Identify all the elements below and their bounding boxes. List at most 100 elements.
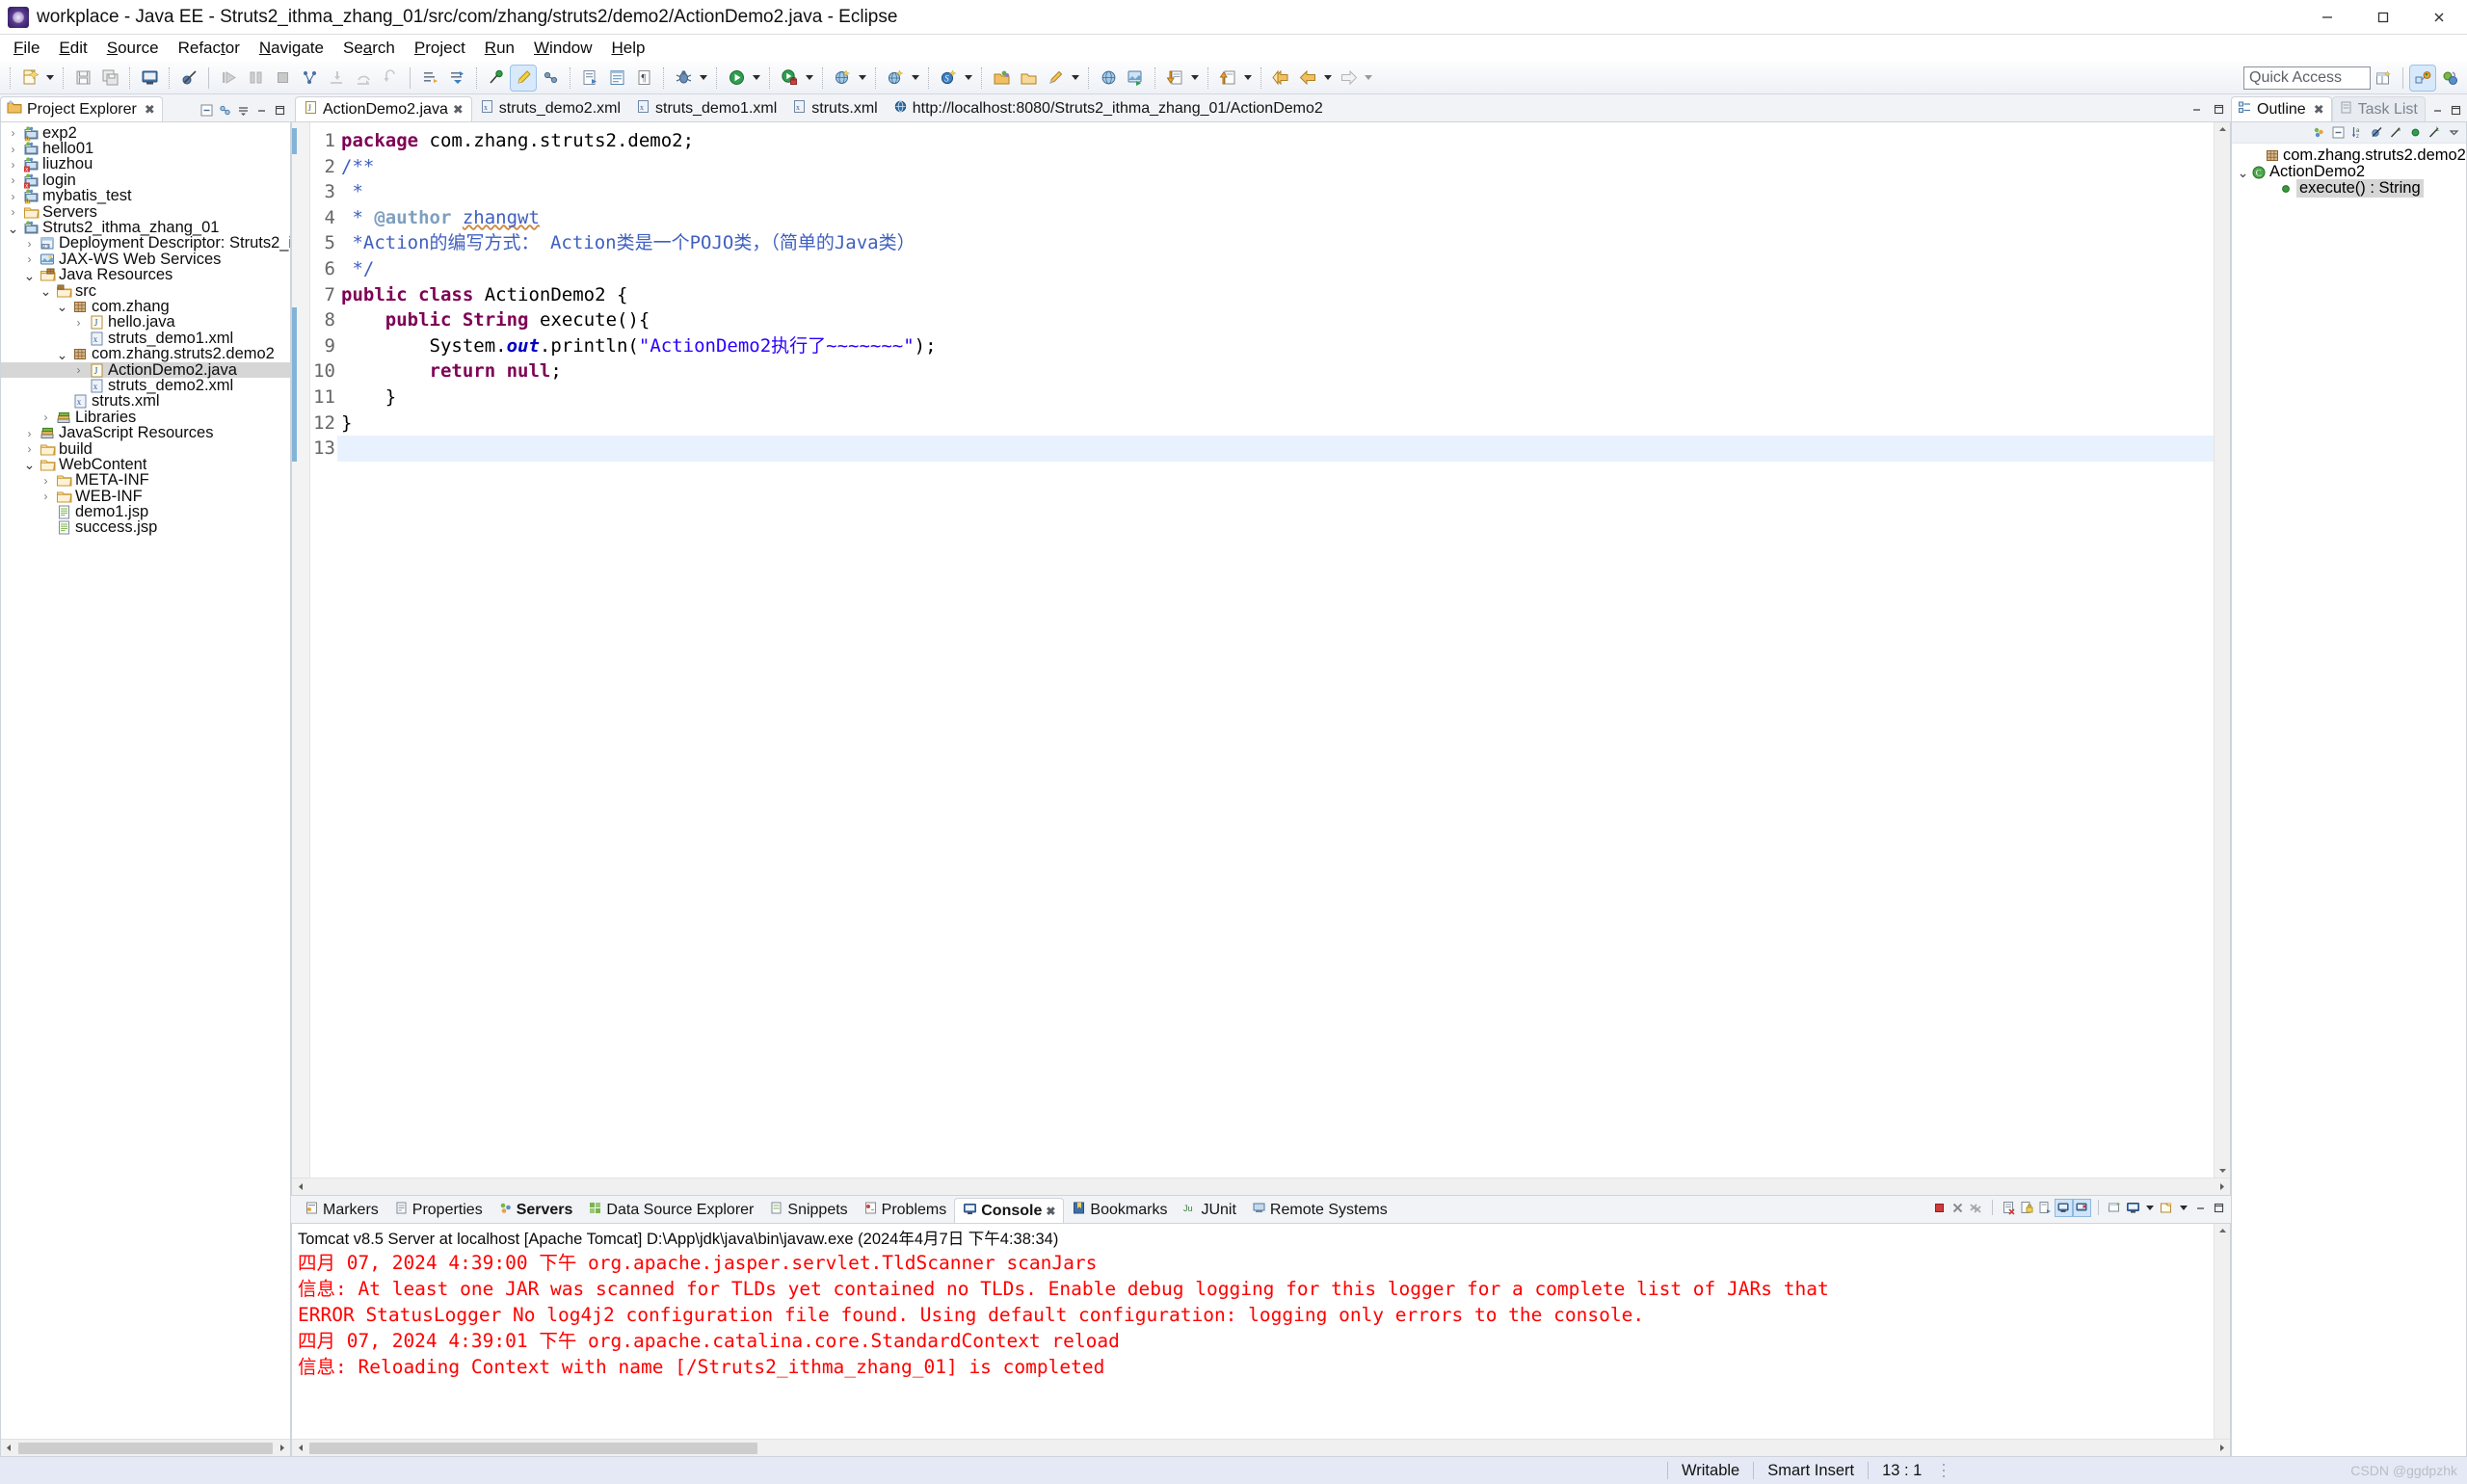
tree-item-exp2[interactable]: › exp2	[1, 124, 290, 142]
save-icon[interactable]	[70, 66, 95, 91]
collapse-all-icon[interactable]	[199, 102, 215, 119]
scroll-right-icon[interactable]	[273, 1440, 290, 1456]
maximize-icon[interactable]	[2211, 1200, 2227, 1216]
tree-item-javascript-resources[interactable]: › JavaScript Resources	[1, 424, 290, 441]
hscroll-thumb[interactable]	[17, 1442, 274, 1454]
minimize-icon[interactable]	[2192, 1200, 2209, 1216]
chevron-right-icon[interactable]: ›	[5, 190, 21, 203]
tree-item-java-resources[interactable]: ⌄ Java Resources	[1, 266, 290, 283]
view-menu-icon[interactable]	[235, 102, 252, 119]
tree-item-login[interactable]: › x login	[1, 172, 290, 189]
close-icon[interactable]: ✖	[1046, 1205, 1055, 1218]
run-icon[interactable]	[724, 66, 749, 91]
tree-item-build[interactable]: › build	[1, 440, 290, 458]
editor-tab-struts-demo1[interactable]: x struts_demo1.xml	[628, 96, 784, 121]
remove-launch-icon[interactable]	[1950, 1200, 1966, 1216]
external-tools-icon[interactable]	[830, 66, 855, 91]
new-ejb-project-icon[interactable]: S	[936, 66, 961, 91]
download-dropdown-icon[interactable]	[1188, 66, 1202, 91]
chevron-down-icon[interactable]: ⌄	[2236, 166, 2250, 179]
upload-dropdown-icon[interactable]	[1241, 66, 1255, 91]
new-web-project-icon[interactable]	[883, 66, 908, 91]
editor-tab-browser[interactable]: http://localhost:8080/Struts2_ithma_zhan…	[886, 96, 1331, 121]
editor-annotation-ruler[interactable]	[292, 122, 310, 1178]
console-hscroll-thumb[interactable]	[309, 1442, 757, 1454]
chevron-right-icon[interactable]: ›	[38, 411, 54, 424]
chevron-down-icon[interactable]: ⌄	[21, 458, 38, 471]
close-icon[interactable]: ✖	[453, 102, 464, 118]
search-icon[interactable]	[1043, 66, 1068, 91]
open-console-caret-icon[interactable]	[2177, 1195, 2190, 1220]
back-icon[interactable]	[1268, 66, 1293, 91]
new-wizard-icon[interactable]	[17, 66, 42, 91]
tree-item-mybatis-test[interactable]: › mybatis_test	[1, 187, 290, 204]
status-drag-handle[interactable]	[1935, 1462, 1952, 1479]
link-with-editor-icon[interactable]	[217, 102, 233, 119]
tab-remote-systems[interactable]: Remote Systems	[1244, 1198, 1395, 1223]
tree-item-servers[interactable]: › Servers	[1, 203, 290, 221]
hide-non-public-icon[interactable]	[2407, 124, 2424, 141]
tree-item-actiondemo2-java[interactable]: › J ActionDemo2.java	[1, 361, 290, 379]
source-code[interactable]: package com.zhang.struts2.demo2; /** * * …	[337, 122, 2230, 1178]
step-over-icon[interactable]	[351, 66, 376, 91]
toggle-whitespace-icon[interactable]: ¶	[631, 66, 656, 91]
tree-item-struts-xml[interactable]: x struts.xml	[1, 392, 290, 410]
editor-vscrollbar[interactable]	[2214, 122, 2230, 1178]
project-explorer-tree[interactable]: › exp2 › hello01 › x liuzhou › x login › mybatis_te…	[0, 121, 291, 1457]
code-viewport[interactable]: 1 2 3 4 5 6 7 8 9 10 11 12 13 package com.zhang.stru…	[292, 122, 2230, 1178]
chevron-right-icon[interactable]: ›	[5, 126, 21, 140]
tab-task-list[interactable]: Task List	[2331, 96, 2426, 121]
hide-fields-icon[interactable]	[2369, 124, 2385, 141]
forward-icon[interactable]	[1336, 66, 1361, 91]
editor-tab-struts-xml[interactable]: x struts.xml	[784, 96, 885, 121]
close-button[interactable]	[2411, 0, 2467, 35]
tab-outline[interactable]: Outline ✖	[2231, 96, 2332, 121]
menu-help[interactable]: Help	[601, 37, 654, 60]
menu-navigate[interactable]: Navigate	[250, 37, 333, 60]
tree-item-struts-demo1-xml[interactable]: x struts_demo1.xml	[1, 330, 290, 347]
forward-dropdown-icon[interactable]	[1362, 66, 1375, 91]
chevron-right-icon[interactable]: ›	[5, 173, 21, 187]
minimize-icon[interactable]	[2188, 101, 2205, 118]
menu-file[interactable]: File	[4, 37, 49, 60]
tab-bookmarks[interactable]: Bookmarks	[1064, 1198, 1175, 1223]
external-tools-dropdown-icon[interactable]	[856, 66, 869, 91]
chevron-right-icon[interactable]: ›	[5, 205, 21, 219]
debug-icon[interactable]	[671, 66, 696, 91]
quick-access-input[interactable]: Quick Access	[2243, 66, 2371, 90]
menu-search[interactable]: Search	[333, 37, 405, 60]
minimize-icon[interactable]	[253, 102, 270, 119]
open-perspective-button[interactable]	[2371, 66, 2396, 91]
jaxws-icon[interactable]	[1123, 66, 1148, 91]
open-perspective-icon[interactable]	[989, 66, 1014, 91]
tree-item-com-zhang[interactable]: ⌄ com.zhang	[1, 298, 290, 315]
open-console-dropdown-icon[interactable]	[2159, 1200, 2175, 1216]
chevron-right-icon[interactable]: ›	[21, 427, 38, 440]
previous-annotation-icon[interactable]	[444, 66, 469, 91]
suspend-icon[interactable]	[243, 66, 268, 91]
collapse-all-icon[interactable]	[2330, 124, 2347, 141]
tab-markers[interactable]: Markers	[297, 1198, 386, 1223]
tree-item-src[interactable]: ⌄ src	[1, 282, 290, 300]
tree-item-libraries[interactable]: › Libraries	[1, 409, 290, 426]
outline-tree-container[interactable]: az s L com.zhang.struts2.demo2 ⌄ C ActionDe…	[2231, 121, 2467, 1457]
resume-icon[interactable]	[216, 66, 241, 91]
next-annotation-icon[interactable]	[417, 66, 442, 91]
menu-edit[interactable]: Edit	[49, 37, 96, 60]
tree-item-struts2-ithma-zhang-01[interactable]: ⌄ Struts2_ithma_zhang_01	[1, 219, 290, 236]
hide-static-icon[interactable]: s	[2388, 124, 2404, 141]
skip-breakpoints-icon[interactable]	[176, 66, 201, 91]
focus-on-active-task-icon[interactable]	[2311, 124, 2327, 141]
tree-item-web-inf[interactable]: › WEB-INF	[1, 488, 290, 505]
tab-junit[interactable]: Ju JUnit	[1175, 1198, 1243, 1223]
console-view-dropdown-icon[interactable]	[2143, 1195, 2157, 1220]
display-selected-console-icon[interactable]	[2073, 1198, 2091, 1217]
menu-window[interactable]: Window	[524, 37, 601, 60]
chevron-right-icon[interactable]: ›	[21, 252, 38, 266]
console-output-panel[interactable]: Tomcat v8.5 Server at localhost [Apache …	[291, 1223, 2231, 1457]
tree-item-com-zhang-struts2-demo2[interactable]: ⌄ com.zhang.struts2.demo2	[1, 345, 290, 362]
menu-project[interactable]: Project	[405, 37, 475, 60]
tab-problems[interactable]: Problems	[856, 1198, 955, 1223]
clear-console-icon[interactable]	[2001, 1200, 2017, 1216]
chevron-down-icon[interactable]: ⌄	[54, 348, 70, 361]
